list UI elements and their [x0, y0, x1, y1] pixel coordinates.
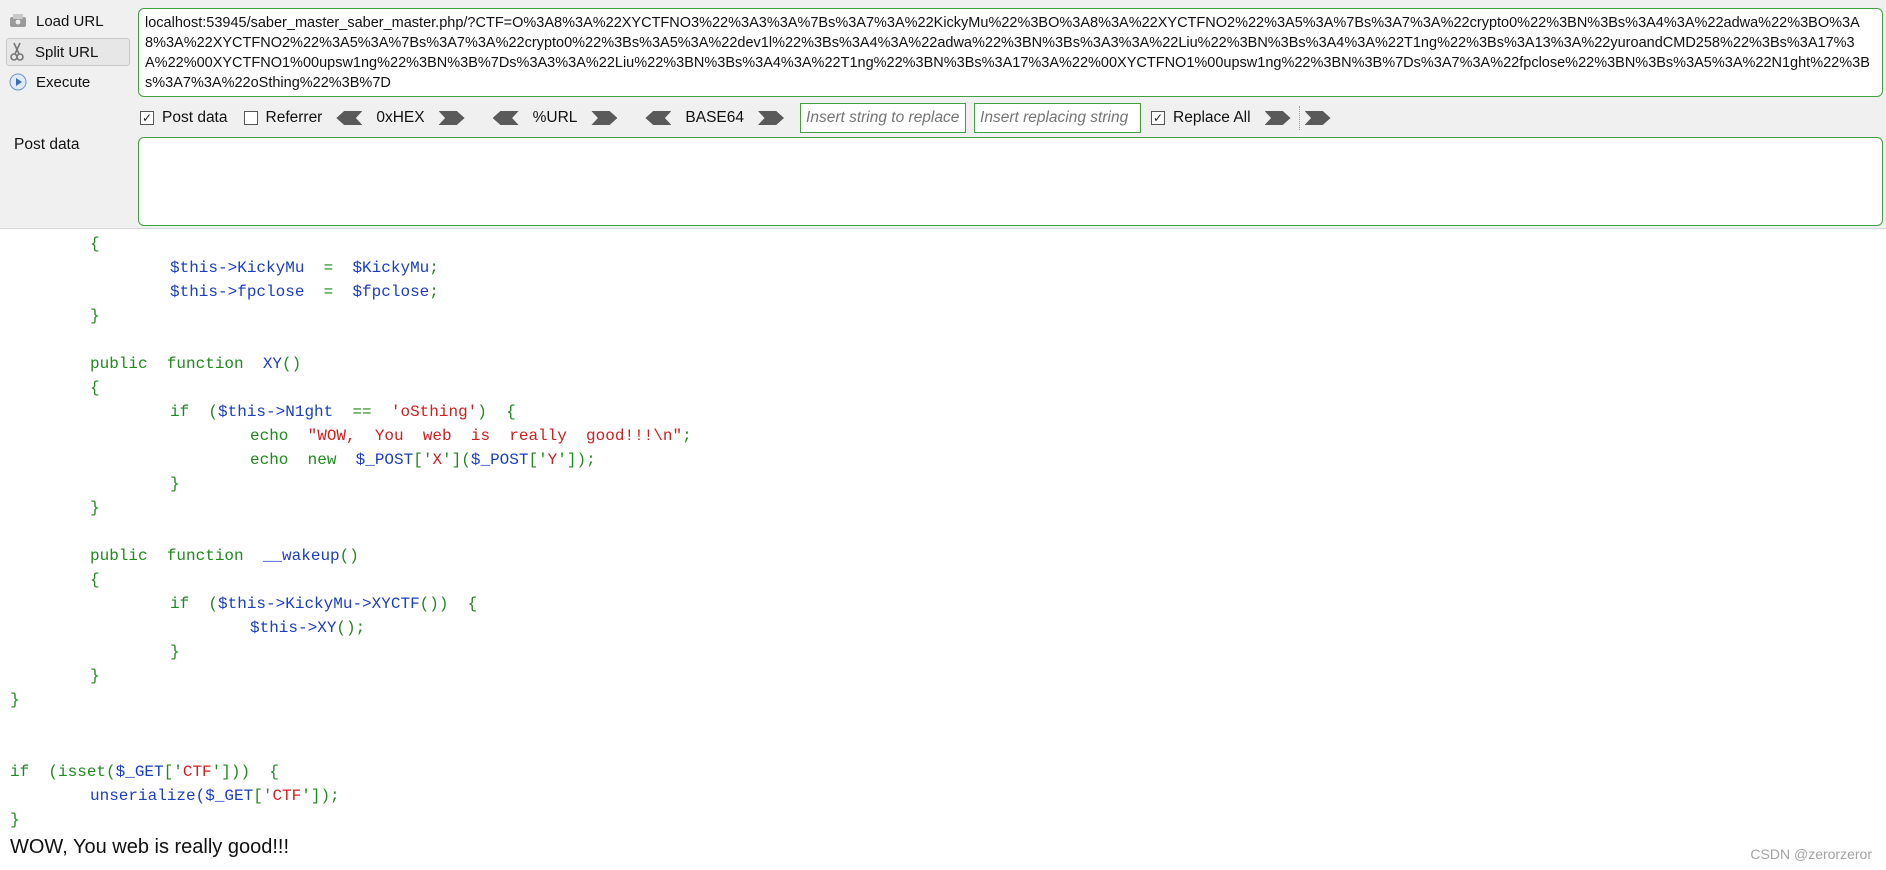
code-line: } — [10, 691, 20, 709]
url-input[interactable]: localhost:53945/saber_master_saber_maste… — [138, 8, 1883, 97]
base64-encoder: BASE64 — [645, 109, 785, 127]
code-line: unserialize($_GET['CTF']); — [90, 787, 340, 805]
watermark: CSDN @zerorzeror — [1750, 846, 1872, 862]
hex-encode-arrow-icon[interactable] — [438, 111, 465, 125]
code-line: { — [90, 571, 100, 589]
code-line: $this->fpclose = $fpclose; — [170, 283, 439, 301]
code-line: } — [90, 667, 100, 685]
code-line: } — [170, 475, 180, 493]
url-encode-label: %URL — [532, 109, 578, 126]
hackbar-panel: Load URL Split URL Execute localhost:539… — [0, 0, 1886, 229]
url-encoder: %URL — [492, 109, 618, 127]
base64-label: BASE64 — [685, 109, 745, 126]
execute-button[interactable]: Execute — [8, 69, 128, 95]
code-line: public function XY() — [90, 355, 302, 373]
scissors-icon — [7, 42, 27, 62]
split-url-button[interactable]: Split URL — [6, 38, 130, 66]
code-line: if ($this->N1ght == 'oSthing') { — [170, 403, 516, 421]
replace-arrow-icon[interactable] — [1264, 111, 1291, 125]
execute-label: Execute — [36, 73, 91, 91]
code-line: } — [90, 499, 100, 517]
referrer-checkbox-box[interactable] — [243, 111, 258, 125]
play-icon — [8, 72, 28, 92]
code-line: $this->XY(); — [250, 619, 366, 637]
hackbar-toolbar: ✓ Post data Referrer 0xHEX %URL BASE64 ✓… — [140, 103, 1880, 133]
page-output-text: WOW, You web is really good!!! — [10, 836, 290, 858]
code-line: { — [90, 235, 100, 253]
post-data-checkbox-label: Post data — [162, 109, 228, 126]
replace-all-checkbox[interactable]: ✓ Replace All — [1151, 109, 1251, 127]
insert-string-input[interactable] — [800, 103, 967, 133]
post-data-textarea[interactable] — [138, 137, 1883, 226]
load-url-icon — [8, 11, 28, 31]
code-line: echo new $_POST['X']($_POST['Y']); — [250, 451, 596, 469]
post-data-checkbox-box[interactable]: ✓ — [140, 111, 154, 125]
code-line: echo "WOW, You web is really good!!!\n"; — [250, 427, 692, 445]
code-line: { — [90, 379, 100, 397]
replace-all-label: Replace All — [1173, 109, 1251, 126]
hex-label: 0xHEX — [376, 109, 425, 126]
url-decode-arrow-icon[interactable] — [492, 111, 519, 125]
referrer-checkbox-label: Referrer — [265, 109, 323, 126]
base64-encode-arrow-icon[interactable] — [758, 111, 785, 125]
replacing-string-input[interactable] — [974, 103, 1142, 133]
code-line: } — [10, 811, 20, 829]
replace-reverse-arrow-icon[interactable] — [1304, 111, 1331, 125]
post-data-checkbox[interactable]: ✓ Post data — [140, 109, 228, 127]
load-url-label: Load URL — [36, 12, 104, 30]
code-line: $this->KickyMu = $KickyMu; — [170, 259, 439, 277]
toolbar-divider — [1298, 106, 1301, 130]
referrer-checkbox[interactable]: Referrer — [243, 109, 323, 127]
base64-decode-arrow-icon[interactable] — [645, 111, 672, 125]
load-url-button[interactable]: Load URL — [8, 8, 128, 34]
hex-decode-arrow-icon[interactable] — [336, 111, 363, 125]
split-url-label: Split URL — [35, 43, 99, 61]
code-line: public function __wakeup() — [90, 547, 359, 565]
code-line: } — [90, 307, 100, 325]
url-encode-arrow-icon[interactable] — [591, 111, 618, 125]
hex-encoder: 0xHEX — [336, 109, 465, 127]
replace-all-checkbox-box[interactable]: ✓ — [1151, 111, 1166, 125]
code-line: if (isset($_GET['CTF'])) { — [10, 763, 279, 781]
post-data-label: Post data — [14, 136, 80, 153]
code-line: } — [170, 643, 180, 661]
code-line: if ($this->KickyMu->XYCTF()) { — [170, 595, 478, 613]
